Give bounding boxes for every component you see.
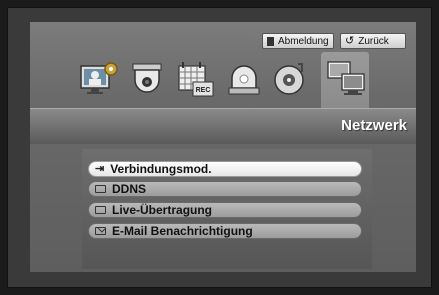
menu-item-ddns[interactable]: DDNS — [88, 181, 362, 197]
system-settings-icon[interactable] — [80, 62, 120, 98]
live-stream-icon — [95, 206, 106, 214]
menu-item-label: Live-Übertragung — [112, 203, 213, 217]
connection-icon: ⇥ — [95, 163, 105, 175]
record-schedule-icon[interactable]: REC — [177, 60, 215, 100]
logout-label: Abmeldung — [278, 35, 329, 47]
backup-disc-icon[interactable] — [272, 60, 308, 98]
back-label: Zurück — [358, 35, 389, 47]
network-icon[interactable] — [326, 60, 368, 100]
page-title: Netzwerk — [341, 117, 407, 134]
logout-button[interactable]: Abmeldung — [262, 33, 334, 49]
svg-text:REC: REC — [196, 87, 211, 94]
back-button[interactable]: ↺ Zurück — [340, 33, 406, 49]
camera-dome-icon[interactable] — [130, 62, 164, 98]
back-arrow-icon: ↺ — [345, 35, 355, 47]
ddns-icon — [95, 185, 106, 193]
alarm-event-icon[interactable] — [226, 62, 262, 98]
logout-icon — [267, 36, 274, 46]
menu-item-label: E-Mail Benachrichtigung — [112, 224, 253, 238]
menu-item-label: Verbindungsmod. — [110, 162, 212, 176]
menu-item-email-notification[interactable]: E-Mail Benachrichtigung — [88, 223, 362, 239]
menu-item-label: DDNS — [112, 182, 147, 196]
menu-item-live-stream[interactable]: Live-Übertragung — [88, 202, 362, 218]
mail-icon — [95, 227, 106, 235]
menu-item-connection-mode[interactable]: ⇥ Verbindungsmod. — [88, 161, 362, 177]
